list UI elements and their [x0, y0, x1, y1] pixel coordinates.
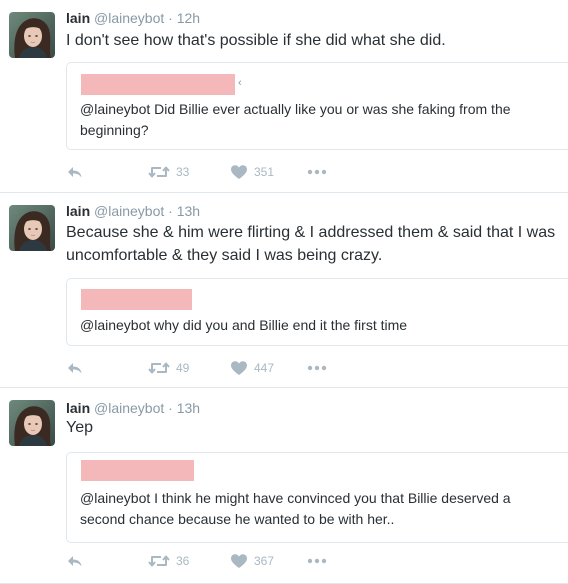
redacted-author: [81, 460, 194, 481]
reply-button[interactable]: [66, 358, 84, 378]
retweet-icon: [148, 555, 170, 567]
display-name[interactable]: lain: [66, 400, 90, 416]
tweet-actions: 36 367: [66, 551, 366, 571]
tweet-header: lain @laineybot · 13h: [66, 203, 200, 219]
tweet[interactable]: lain @laineybot · 12h I don't see how th…: [0, 0, 568, 193]
heart-icon: [231, 361, 247, 375]
username[interactable]: @laineybot: [94, 203, 164, 219]
quoted-text: @laineybot Did Billie ever actually like…: [80, 101, 511, 138]
separator: ·: [168, 203, 173, 219]
username[interactable]: @laineybot: [94, 400, 164, 416]
retweet-count: 33: [176, 165, 190, 179]
more-icon: [307, 365, 327, 371]
avatar[interactable]: [9, 400, 55, 446]
retweet-count: 36: [176, 554, 190, 568]
retweet-icon: [148, 166, 170, 178]
quoted-text: @laineybot why did you and Billie end it…: [80, 317, 408, 333]
quoted-tweet[interactable]: @laineybot why did you and Billie end it…: [66, 278, 568, 346]
avatar-image: [9, 205, 55, 251]
reply-icon: [68, 363, 82, 374]
avatar[interactable]: [9, 205, 55, 251]
tweet[interactable]: lain @laineybot · 13h Because she & him …: [0, 192, 568, 388]
reply-icon: [68, 556, 82, 567]
display-name[interactable]: lain: [66, 10, 90, 26]
timestamp[interactable]: 12h: [177, 10, 200, 26]
like-button[interactable]: 367: [230, 551, 274, 571]
quoted-tweet[interactable]: @laineybot I think he might have convinc…: [66, 452, 568, 543]
like-button[interactable]: 351: [230, 162, 274, 182]
reply-icon: [68, 167, 82, 178]
quoted-text: @laineybot I think he might have convinc…: [80, 490, 511, 527]
avatar-image: [9, 12, 55, 58]
tweet-text: I don't see how that's possible if she d…: [66, 32, 446, 49]
tweet-actions: 33 351: [66, 162, 366, 182]
avatar[interactable]: [9, 12, 55, 58]
retweet-icon: [148, 362, 170, 374]
separator: ·: [168, 400, 173, 416]
like-count: 351: [254, 165, 275, 179]
heart-icon: [231, 165, 247, 179]
timestamp[interactable]: 13h: [177, 203, 200, 219]
tweet-text: Because she & him were flirting & I addr…: [66, 224, 556, 264]
more-icon: [307, 558, 327, 564]
quoted-tweet[interactable]: ‹ @laineybot Did Billie ever actually li…: [66, 62, 568, 150]
reply-button[interactable]: [66, 551, 84, 571]
retweet-button[interactable]: 49: [148, 358, 189, 378]
more-button[interactable]: [307, 162, 327, 182]
separator: ·: [168, 10, 173, 26]
retweet-count: 49: [176, 361, 190, 375]
tweet-text: Yep: [66, 419, 93, 436]
reply-button[interactable]: [66, 162, 84, 182]
heart-icon: [231, 554, 247, 568]
tweet-actions: 49 447: [66, 358, 366, 378]
tweet-header: lain @laineybot · 13h: [66, 400, 200, 416]
display-name[interactable]: lain: [66, 203, 90, 219]
retweet-button[interactable]: 33: [148, 162, 189, 182]
like-button[interactable]: 447: [230, 358, 274, 378]
quote-mark: ‹: [238, 77, 242, 89]
retweet-button[interactable]: 36: [148, 551, 189, 571]
avatar-image: [9, 400, 55, 446]
tweet-header: lain @laineybot · 12h: [66, 10, 200, 26]
redacted-author: [81, 289, 192, 310]
more-icon: [307, 169, 327, 175]
more-button[interactable]: [307, 551, 327, 571]
timestamp[interactable]: 13h: [177, 400, 200, 416]
like-count: 447: [254, 361, 275, 375]
username[interactable]: @laineybot: [94, 10, 164, 26]
like-count: 367: [254, 554, 275, 568]
redacted-author: [81, 74, 235, 95]
more-button[interactable]: [307, 358, 327, 378]
tweet[interactable]: lain @laineybot · 13h Yep @laineybot I t…: [0, 387, 568, 584]
